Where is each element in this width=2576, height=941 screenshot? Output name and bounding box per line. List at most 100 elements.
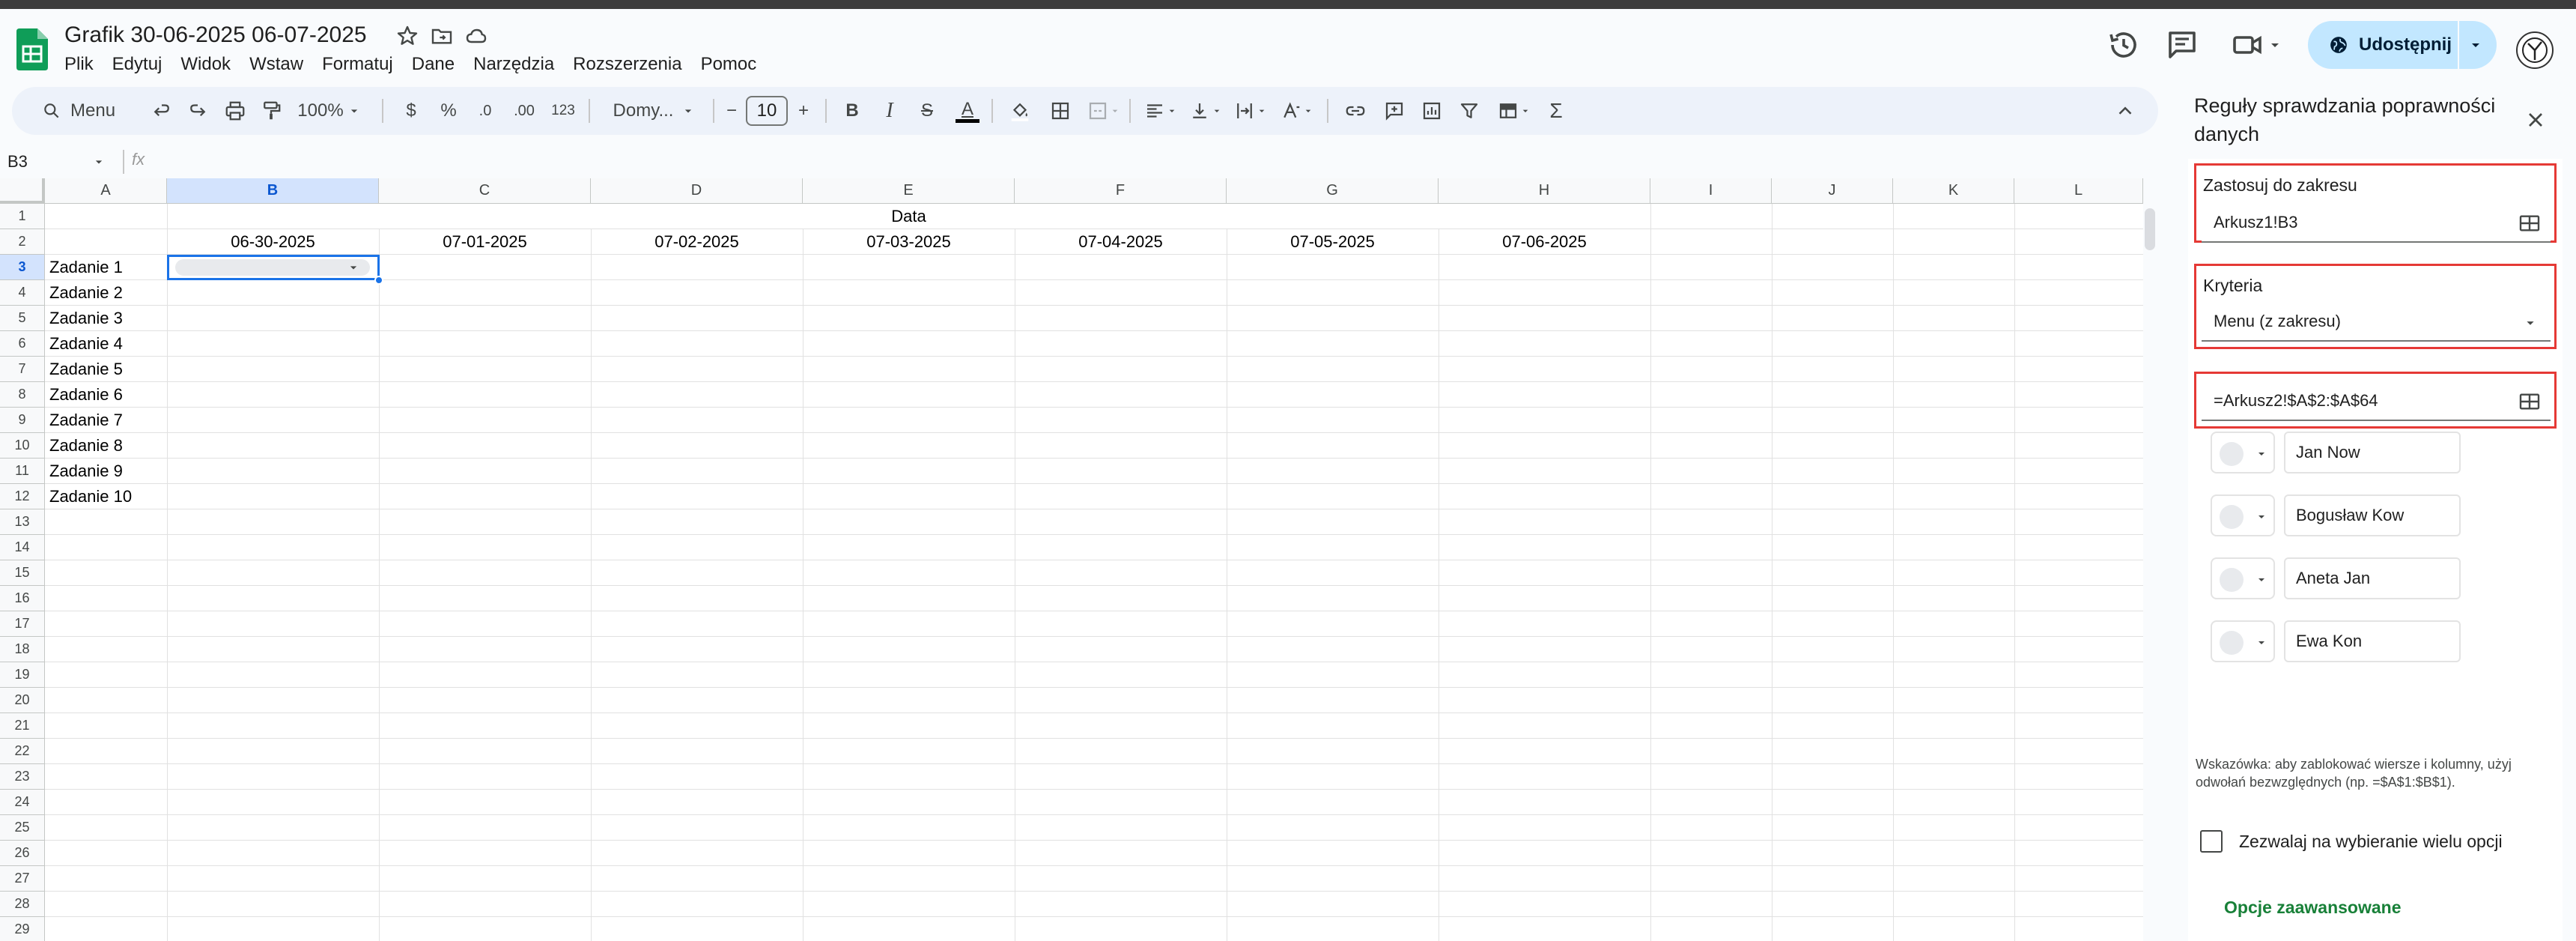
row-header-20[interactable]: 20 (0, 688, 45, 713)
row-header-22[interactable]: 22 (0, 739, 45, 764)
merge-cells-button[interactable] (1083, 97, 1125, 124)
close-icon[interactable] (2524, 108, 2548, 132)
row-header-21[interactable]: 21 (0, 713, 45, 739)
hide-menus-button[interactable] (2110, 97, 2140, 124)
task-cell[interactable]: Zadanie 6 (49, 385, 123, 405)
menu-plik[interactable]: Plik (64, 52, 103, 76)
row-header-3[interactable]: 3 (0, 255, 45, 280)
strikethrough-button[interactable]: S (914, 97, 941, 124)
insert-comment-button[interactable] (1379, 97, 1409, 124)
row-header-6[interactable]: 6 (0, 331, 45, 357)
row-header-1[interactable]: 1 (0, 204, 45, 229)
share-button[interactable]: Udostępnij (2308, 21, 2497, 69)
bold-button[interactable]: B (839, 97, 866, 124)
option-value-input[interactable]: Jan Now (2284, 432, 2461, 473)
document-title[interactable]: Grafik 30-06-2025 06-07-2025 (64, 22, 367, 48)
date-cell[interactable]: 07-02-2025 (591, 232, 803, 252)
redo-button[interactable] (183, 97, 213, 124)
currency-format-button[interactable]: $ (398, 97, 424, 124)
cloud-saved-icon[interactable] (464, 24, 488, 48)
sheets-logo-icon[interactable] (16, 28, 48, 70)
borders-button[interactable] (1045, 97, 1075, 124)
font-size-input[interactable]: 10 (746, 96, 788, 126)
column-header-f[interactable]: F (1015, 178, 1227, 204)
column-header-h[interactable]: H (1439, 178, 1650, 204)
row-header-18[interactable]: 18 (0, 637, 45, 662)
row-header-25[interactable]: 25 (0, 815, 45, 841)
option-color-picker[interactable] (2211, 432, 2275, 473)
share-dropdown-icon[interactable] (2467, 36, 2485, 54)
font-select[interactable]: Domy... (604, 97, 705, 124)
column-header-l[interactable]: L (2014, 178, 2143, 204)
more-formats-button[interactable]: 123 (547, 97, 580, 124)
percent-format-button[interactable]: % (436, 97, 461, 124)
paint-format-button[interactable] (256, 97, 286, 124)
filter-views-button[interactable] (1492, 97, 1537, 124)
zoom-select[interactable]: 100% (295, 97, 364, 124)
avatar[interactable] (2516, 31, 2554, 69)
task-cell[interactable]: Zadanie 5 (49, 360, 123, 379)
version-history-icon[interactable] (2106, 27, 2142, 63)
increase-decimal-button[interactable]: .00 (508, 97, 541, 124)
task-cell[interactable]: Zadanie 7 (49, 411, 123, 430)
column-header-j[interactable]: J (1772, 178, 1893, 204)
meet-dropdown-icon[interactable] (2266, 36, 2284, 54)
range-input[interactable]: Arkusz1!B3 (2202, 204, 2551, 243)
source-range-input[interactable]: =Arkusz2!$A$2:$A$64 (2202, 382, 2551, 421)
date-cell[interactable]: 07-05-2025 (1227, 232, 1439, 252)
vertical-scrollbar[interactable] (2145, 208, 2155, 250)
row-header-11[interactable]: 11 (0, 459, 45, 484)
option-color-picker[interactable] (2211, 557, 2275, 599)
column-header-g[interactable]: G (1227, 178, 1439, 204)
option-value-input[interactable]: Aneta Jan (2284, 557, 2461, 599)
create-filter-button[interactable] (1454, 97, 1484, 124)
name-box[interactable]: B3 (7, 150, 112, 174)
print-button[interactable] (220, 97, 250, 124)
column-header-e[interactable]: E (803, 178, 1015, 204)
menu-formatuj[interactable]: Formatuj (322, 52, 402, 76)
row-header-8[interactable]: 8 (0, 382, 45, 408)
multi-select-checkbox[interactable] (2200, 830, 2223, 853)
row-header-19[interactable]: 19 (0, 662, 45, 688)
row-header-13[interactable]: 13 (0, 509, 45, 535)
select-all-corner[interactable] (0, 178, 45, 204)
task-cell[interactable]: Zadanie 10 (49, 487, 132, 506)
task-cell[interactable]: Zadanie 4 (49, 334, 123, 354)
row-header-29[interactable]: 29 (0, 917, 45, 941)
row-header-26[interactable]: 26 (0, 841, 45, 866)
date-cell[interactable]: 07-04-2025 (1015, 232, 1227, 252)
column-header-b[interactable]: B (167, 178, 379, 204)
insert-link-button[interactable] (1340, 97, 1370, 124)
menu-rozszerzenia[interactable]: Rozszerzenia (573, 52, 690, 76)
select-range-icon[interactable] (2518, 211, 2542, 235)
row-header-23[interactable]: 23 (0, 764, 45, 790)
spreadsheet-grid[interactable]: ABCDEFGHIJKL 1 2 3 4 5 6 7 8 9 10 11 12 13 14 15 16 17 18… (0, 178, 2143, 941)
italic-button[interactable]: I (876, 97, 903, 124)
star-icon[interactable] (395, 24, 419, 48)
task-cell[interactable]: Zadanie 9 (49, 462, 123, 481)
row-header-27[interactable]: 27 (0, 866, 45, 892)
vertical-align-button[interactable] (1185, 97, 1227, 124)
dropdown-chip[interactable] (175, 259, 370, 276)
row-header-7[interactable]: 7 (0, 357, 45, 382)
menu-pomoc[interactable]: Pomoc (701, 52, 766, 76)
date-cell[interactable]: 07-03-2025 (803, 232, 1015, 252)
decrease-decimal-button[interactable]: .0 (470, 97, 500, 124)
text-color-button[interactable]: A (953, 97, 982, 124)
column-header-a[interactable]: A (45, 178, 167, 204)
row-header-4[interactable]: 4 (0, 280, 45, 306)
date-cell[interactable]: 07-01-2025 (379, 232, 591, 252)
meet-video-icon[interactable] (2230, 27, 2266, 63)
insert-chart-button[interactable] (1417, 97, 1447, 124)
menu-wstaw[interactable]: Wstaw (249, 52, 312, 76)
undo-button[interactable] (147, 97, 177, 124)
menu-edytuj[interactable]: Edytuj (112, 52, 171, 76)
column-header-c[interactable]: C (379, 178, 591, 204)
text-rotation-button[interactable] (1276, 97, 1318, 124)
move-folder-icon[interactable] (430, 24, 454, 48)
comments-icon[interactable] (2164, 27, 2200, 63)
menu-widok[interactable]: Widok (180, 52, 240, 76)
fill-color-button[interactable] (1005, 97, 1035, 124)
column-header-i[interactable]: I (1650, 178, 1772, 204)
option-color-picker[interactable] (2211, 620, 2275, 662)
